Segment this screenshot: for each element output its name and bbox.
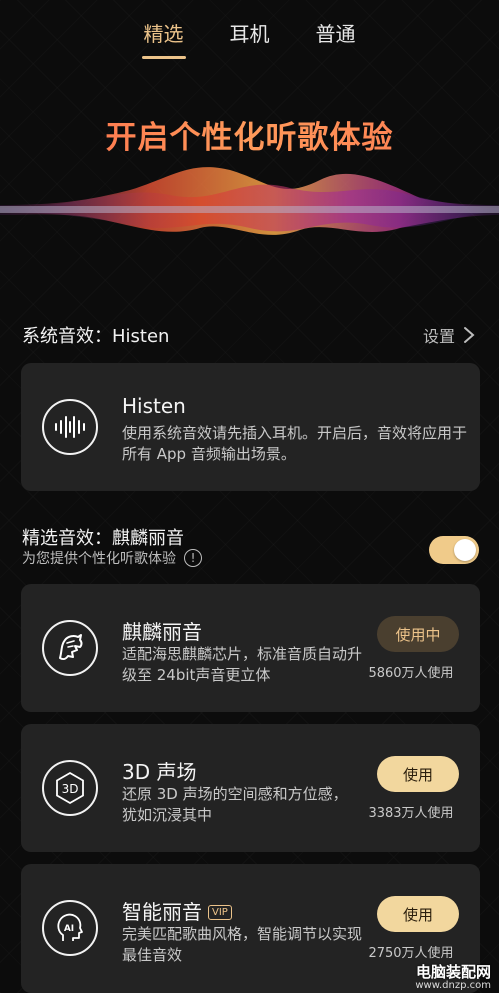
histen-title: Histen (122, 394, 186, 418)
tab-bar: 精选 耳机 普通 (0, 18, 499, 59)
tab-headphones[interactable]: 耳机 (228, 18, 272, 59)
histen-card: Histen 使用系统音效请先插入耳机。开启后，音效将应用于所有 App 音频输… (21, 363, 480, 491)
in-use-button[interactable]: 使用中 (377, 616, 459, 652)
settings-label: 设置 (422, 327, 455, 346)
effect-title-text: 智能丽音 (122, 900, 202, 924)
effect-description: 完美匹配歌曲风格，智能调节以实现最佳音效 (122, 925, 363, 964)
effect-description: 适配海思麒麟芯片，标准音质自动升级至 24bit声音更立体 (122, 645, 363, 684)
watermark-url: www.dnzp.com (415, 980, 491, 991)
user-count: 5860万人使用 (368, 666, 454, 681)
selected-effect-toggle[interactable] (429, 536, 479, 564)
system-effect-header: 系统音效：Histen 设置 (22, 322, 477, 348)
kirin-icon (42, 620, 98, 676)
selected-effect-subtitle-row: 为您提供个性化听歌体验 ! (22, 548, 202, 568)
effect-card-kirin: 麒麟丽音 适配海思麒麟芯片，标准音质自动升级至 24bit声音更立体 使用中 5… (21, 584, 480, 712)
sound-wave-icon (42, 399, 98, 455)
user-count: 3383万人使用 (368, 806, 454, 821)
effect-card-smart: AI 智能丽音 VIP 完美匹配歌曲风格，智能调节以实现最佳音效 使用 2750万… (21, 864, 480, 993)
info-icon[interactable]: ! (184, 549, 202, 567)
toggle-knob (454, 539, 476, 561)
ai-head-icon: AI (42, 900, 98, 956)
tab-featured[interactable]: 精选 (141, 18, 186, 59)
effect-description: 还原 3D 声场的空间感和方位感，犹如沉浸其中 (122, 785, 348, 824)
settings-link[interactable]: 设置 (423, 323, 477, 347)
user-count: 2750万人使用 (368, 946, 454, 961)
use-button[interactable]: 使用 (377, 756, 459, 792)
ai-icon-label: AI (64, 924, 74, 934)
selected-effect-title: 精选音效：麒麟丽音 (22, 528, 184, 549)
watermark-name: 电脑装配网 (415, 963, 491, 981)
histen-description: 使用系统音效请先插入耳机。开启后，音效将应用于所有 App 音频输出场景。 (122, 424, 468, 463)
vip-badge: VIP (208, 905, 232, 920)
system-effect-label: 系统音效：Histen (22, 326, 170, 347)
effect-title: 麒麟丽音 (122, 620, 202, 644)
3d-sound-icon: 3D (42, 760, 98, 816)
watermark: 电脑装配网 www.dnzp.com (415, 961, 491, 991)
selected-effect-header: 精选音效：麒麟丽音 为您提供个性化听歌体验 ! (22, 524, 479, 570)
effect-title: 智能丽音 VIP (122, 896, 232, 925)
use-button[interactable]: 使用 (377, 896, 459, 932)
effect-card-3d: 3D 3D 声场 还原 3D 声场的空间感和方位感，犹如沉浸其中 使用 3383… (21, 724, 480, 852)
selected-effect-subtitle: 为您提供个性化听歌体验 (22, 551, 176, 567)
sound-wave-graphic (0, 167, 499, 235)
chevron-right-icon (464, 327, 475, 343)
tab-normal[interactable]: 普通 (314, 18, 358, 59)
effect-title: 3D 声场 (122, 760, 197, 784)
3d-icon-label: 3D (62, 782, 79, 796)
